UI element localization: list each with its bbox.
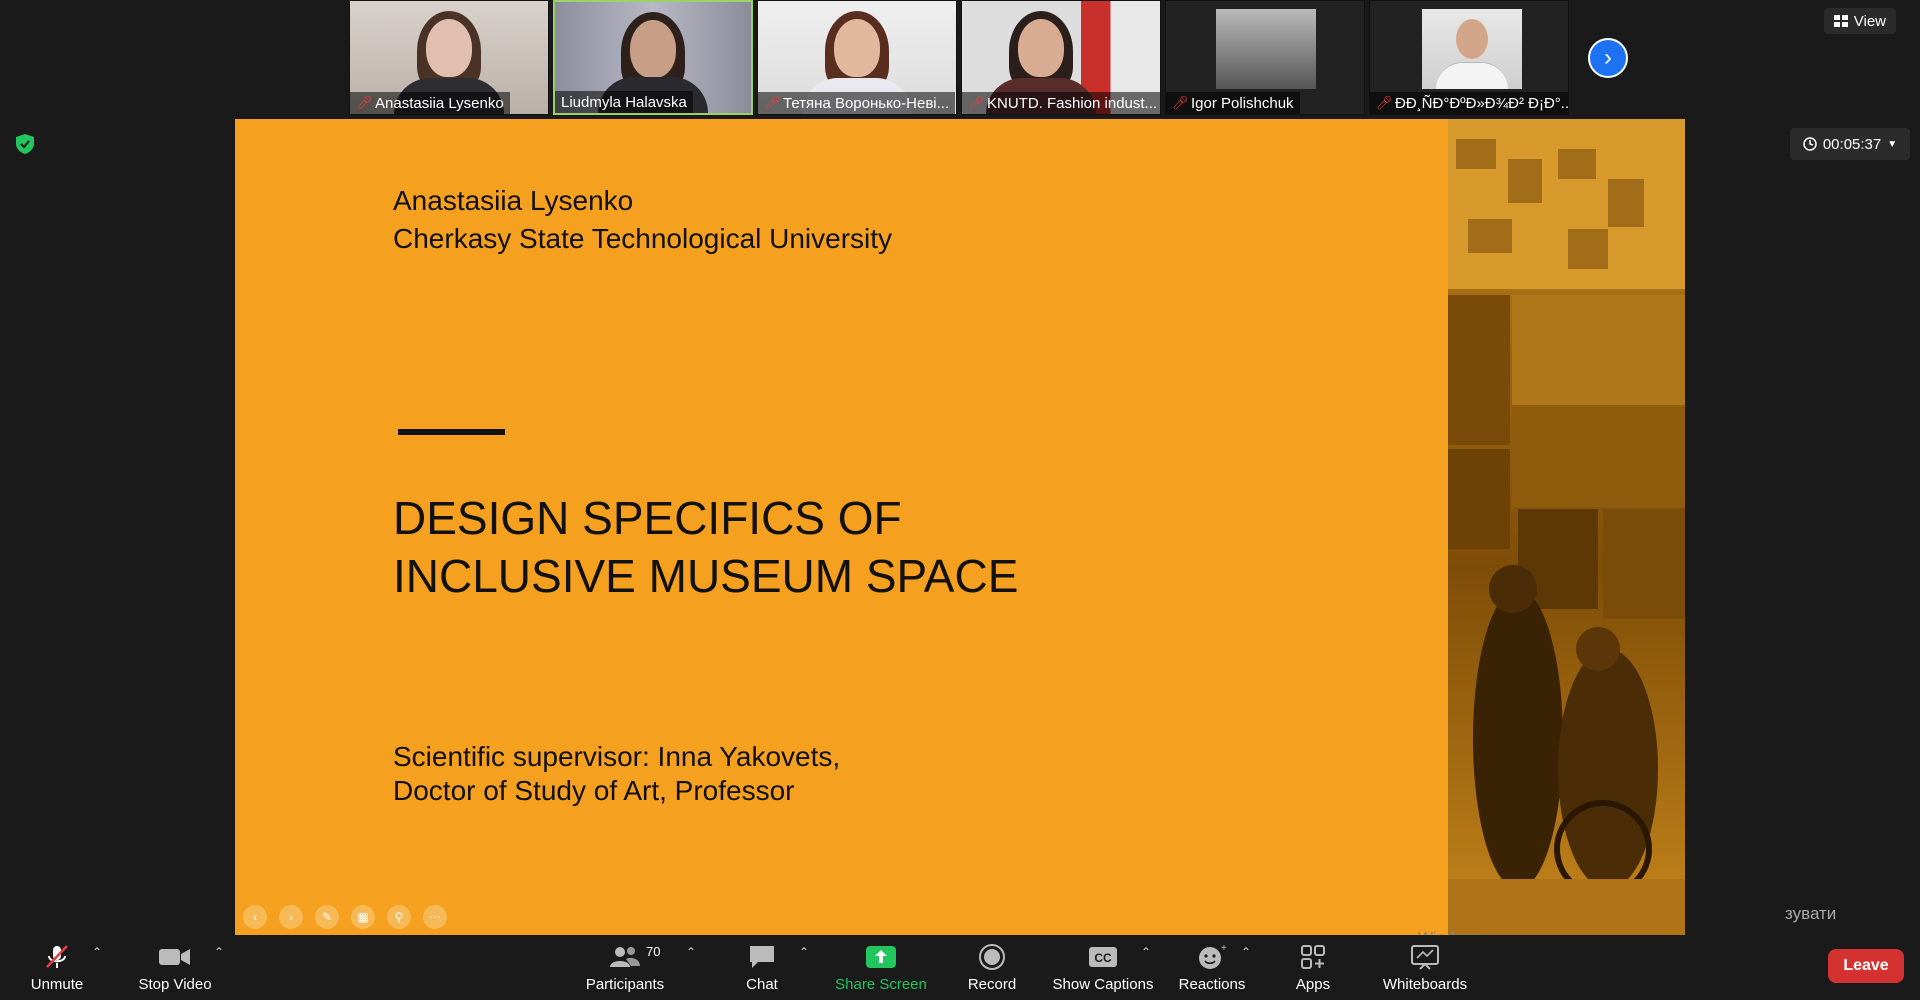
participant-tile[interactable]: Liudmyla Halavska [553,0,753,115]
pen-icon[interactable]: ✎ [315,905,339,929]
record-icon [978,942,1006,972]
participant-tile[interactable]: 🎤︎ ÐÐ¸ÑÐ°ÐºÐ»Ð¾Ð² Ð¡Ð°... [1369,0,1569,115]
microphone-muted-icon [43,942,71,972]
slide-supervisor: Scientific supervisor: Inna Yakovets, [393,741,841,772]
participant-tile[interactable]: 🎤︎ Anastasiia Lysenko [349,0,549,115]
whiteboards-button[interactable]: Whiteboards [1370,935,1480,1000]
timer-value: 00:05:37 [1822,135,1882,153]
participant-name: KNUTD. Fashion indust... [987,94,1158,112]
next-page-button[interactable]: › [1588,38,1628,78]
apps-label: Apps [1295,976,1331,993]
whiteboards-label: Whiteboards [1382,976,1468,993]
slide-university: Cherkasy State Technological University [393,223,893,254]
share-screen-label: Share Screen [835,976,927,993]
chat-button[interactable]: Chat [727,935,797,1000]
mic-muted-icon: 🎤︎ [1172,95,1189,110]
whiteboard-icon [1410,942,1440,972]
mic-muted-icon: 🎤︎ [1376,95,1393,110]
chat-bubble-icon [748,942,776,972]
reactions-smiley-icon: + [1197,942,1227,972]
activation-watermark: зувати [1785,904,1837,923]
video-camera-icon [159,942,191,972]
record-label: Record [967,976,1017,993]
participant-name: Тетяна Воронько-Неві... [783,94,950,112]
share-screen-button[interactable]: Share Screen [828,935,934,1000]
participants-icon [609,942,641,972]
security-shield-icon[interactable] [14,132,36,156]
participant-name: ÐÐ¸ÑÐ°ÐºÐ»Ð¾Ð² Ð¡Ð°... [1395,94,1569,112]
slide-divider [398,429,505,435]
participant-strip: 🎤︎ Anastasiia Lysenko Liudmyla Halavska … [349,0,1569,117]
participant-tile[interactable]: 🎤︎ KNUTD. Fashion indust... [961,0,1161,115]
participants-options-caret-icon[interactable]: ⌃ [684,945,698,959]
slide-photo [1448,119,1685,936]
grid-icon[interactable]: ▦ [351,905,375,929]
chat-options-caret-icon[interactable]: ⌃ [797,945,811,959]
closed-captions-icon: CC [1088,942,1118,972]
share-screen-icon [865,942,897,972]
caret-down-icon: ▼ [1887,138,1898,150]
apps-button[interactable]: Apps [1278,935,1348,1000]
mic-muted-icon: 🎤︎ [764,95,781,110]
reactions-options-caret-icon[interactable]: ⌃ [1239,945,1253,959]
mic-muted-icon: 🎤︎ [968,95,985,110]
more-icon[interactable]: ⋯ [423,905,447,929]
video-options-caret-icon[interactable]: ⌃ [212,945,226,959]
next-slide-icon[interactable]: › [279,905,303,929]
slide-title: DESIGN SPECIFICS OF INCLUSIVE MUSEUM SPA… [393,489,1018,605]
meeting-toolbar: Unmute ⌃ Stop Video ⌃ Participants 70 ⌃ [0,935,1920,1000]
reactions-button[interactable]: + Reactions [1175,935,1249,1000]
shared-slide: Anastasiia Lysenko Cherkasy State Techno… [235,119,1685,936]
slide-author: Anastasiia Lysenko [393,185,634,216]
slide-title-line-1: DESIGN SPECIFICS OF [393,492,902,544]
stop-video-button[interactable]: Stop Video [130,935,220,1000]
slide-degree: Doctor of Study of Art, Professor [393,775,795,806]
svg-text:CC: CC [1094,951,1112,965]
captions-options-caret-icon[interactable]: ⌃ [1139,945,1153,959]
participant-photo [1422,9,1522,89]
meeting-timer[interactable]: 00:05:37 ▼ [1790,128,1910,160]
clock-icon [1803,137,1817,151]
participant-name: Igor Polishchuk [1191,94,1294,112]
slide-toolbar: ‹ › ✎ ▦ ⚲ ⋯ [243,905,447,929]
participant-tile[interactable]: 🎤︎ Тетяна Воронько-Неві... [757,0,957,115]
chevron-right-icon: › [1604,44,1612,71]
participant-name: Liudmyla Halavska [561,93,687,111]
participants-count: 70 [646,944,661,959]
zoom-icon[interactable]: ⚲ [387,905,411,929]
participants-label: Participants [585,976,665,993]
apps-icon [1299,942,1327,972]
reactions-label: Reactions [1178,976,1246,993]
unmute-label: Unmute [30,976,84,993]
view-button[interactable]: View [1823,8,1896,34]
grid-view-icon [1833,15,1848,27]
participant-photo [1216,9,1316,89]
record-button[interactable]: Record [956,935,1028,1000]
slide-title-line-2: INCLUSIVE MUSEUM SPACE [393,550,1019,602]
unmute-button[interactable]: Unmute [22,935,92,1000]
stop-video-label: Stop Video [138,976,212,993]
svg-text:+: + [1221,943,1227,954]
view-label: View [1853,12,1886,30]
leave-button[interactable]: Leave [1828,949,1904,983]
mic-muted-icon: 🎤︎ [356,95,373,110]
participant-tile[interactable]: 🎤︎ Igor Polishchuk [1165,0,1365,115]
audio-options-caret-icon[interactable]: ⌃ [90,945,104,959]
previous-slide-icon[interactable]: ‹ [243,905,267,929]
chat-label: Chat [746,976,778,993]
participant-name: Anastasiia Lysenko [375,94,504,112]
show-captions-label: Show Captions [1052,976,1154,993]
